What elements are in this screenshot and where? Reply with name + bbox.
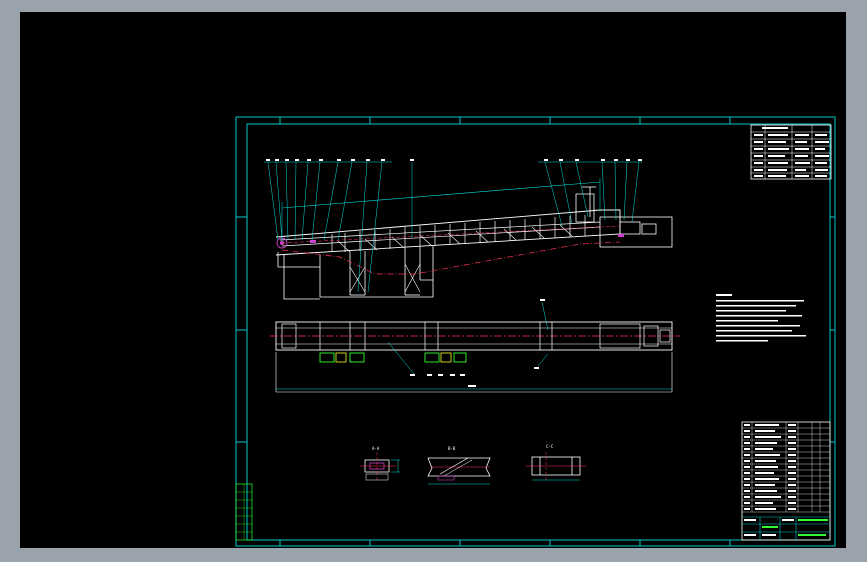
section-a: A-A — [360, 446, 400, 482]
section-c: C-C — [526, 444, 586, 481]
parameter-table — [750, 124, 832, 180]
cad-drawing-canvas[interactable]: A-A B-B C-C — [20, 12, 846, 548]
motor-units — [319, 352, 467, 363]
section-c-label: C-C — [546, 444, 554, 449]
title-block — [741, 421, 831, 541]
section-b-label: B-B — [448, 446, 456, 451]
sheet-inner-border — [246, 123, 831, 541]
technical-notes — [716, 294, 806, 342]
revision-strip — [235, 483, 253, 541]
section-b: B-B — [427, 446, 491, 485]
elevation-view — [264, 159, 673, 300]
plan-view — [270, 299, 680, 393]
section-a-label: A-A — [372, 446, 380, 451]
drawing-svg: A-A B-B C-C — [235, 116, 836, 547]
